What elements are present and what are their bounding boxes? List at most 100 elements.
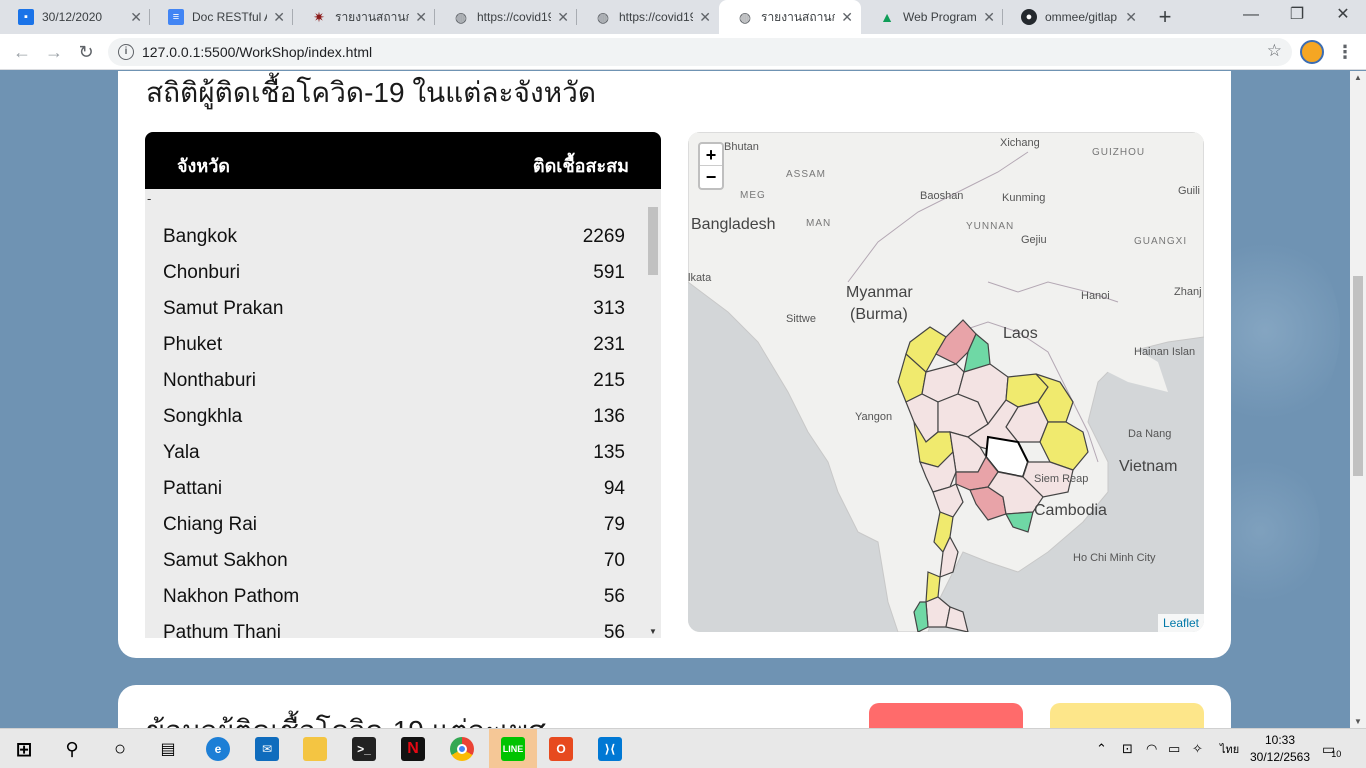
- chevron-up-icon[interactable]: ⌃: [1096, 729, 1107, 768]
- map-label: Xichang: [1000, 137, 1040, 149]
- dropbox-icon[interactable]: ✧: [1192, 729, 1203, 768]
- chrome-app[interactable]: [438, 729, 486, 768]
- map-label: Bangladesh: [691, 216, 776, 233]
- task-view-button[interactable]: ▤: [144, 729, 192, 768]
- close-icon[interactable]: ✕: [557, 9, 569, 26]
- table-row: Chiang Rai 79: [163, 514, 625, 535]
- page-scrollbar-thumb[interactable]: [1353, 276, 1363, 476]
- table-row: Yala 135: [163, 442, 625, 463]
- stat-box-red: [869, 703, 1023, 728]
- browser-tab[interactable]: ◍ https://covid19 ✕: [435, 0, 577, 34]
- cortana-button[interactable]: ○: [96, 729, 144, 768]
- close-icon[interactable]: ✕: [841, 9, 853, 26]
- minimize-button[interactable]: —: [1228, 0, 1274, 30]
- map-label: (Burma): [850, 306, 908, 323]
- mail-icon: ✉: [255, 737, 279, 761]
- scroll-up-icon[interactable]: ▲: [1354, 73, 1362, 82]
- start-button[interactable]: ⊞: [0, 729, 48, 768]
- folder-icon: [303, 737, 327, 761]
- browser-tab[interactable]: ≡ Doc RESTful API ✕: [150, 0, 293, 34]
- browser-tab[interactable]: ● ommee/gitlap ✕: [1003, 0, 1145, 34]
- table-scrollbar[interactable]: ▼: [645, 189, 661, 638]
- notification-button[interactable]: ▭ 10: [1322, 729, 1341, 768]
- document-icon: ≡: [168, 9, 184, 25]
- map-label: ASSAM: [786, 169, 827, 180]
- map-label: Gejiu: [1021, 234, 1047, 246]
- browser-tab-bar: ▪ 30/12/2020 ✕ ≡ Doc RESTful API ✕ ✷ ราย…: [0, 0, 1366, 34]
- close-icon[interactable]: ✕: [273, 9, 285, 26]
- close-icon[interactable]: ✕: [415, 9, 427, 26]
- mail-app[interactable]: ✉: [243, 729, 291, 768]
- gender-stats-card: ข้อมูลผู้ติดเชื้อโควิด-19 แต่ละเพศ: [118, 685, 1231, 728]
- language-indicator[interactable]: ไทย: [1220, 729, 1239, 768]
- map-zoom-control: + −: [698, 142, 724, 190]
- calendar-icon: ▪: [18, 9, 34, 25]
- browser-tab[interactable]: ✷ รายงานสถานการณ์ ✕: [293, 0, 435, 34]
- close-icon[interactable]: ✕: [1125, 9, 1137, 26]
- bookmark-star-icon[interactable]: ☆: [1267, 41, 1282, 61]
- scroll-down-icon[interactable]: ▼: [649, 627, 657, 636]
- table-row: Songkhla 136: [163, 406, 625, 427]
- zoom-in-button[interactable]: +: [700, 144, 722, 166]
- map-label: GUIZHOU: [1092, 147, 1146, 158]
- close-icon[interactable]: ✕: [983, 9, 995, 26]
- usb-icon[interactable]: ⊡: [1122, 729, 1133, 768]
- new-tab-button[interactable]: +: [1152, 4, 1178, 30]
- browser-tab[interactable]: ▪ 30/12/2020 ✕: [0, 0, 150, 34]
- map-label: Da Nang: [1128, 428, 1172, 440]
- close-window-button[interactable]: ✕: [1320, 0, 1366, 30]
- map-label: Zhanj: [1174, 286, 1202, 298]
- battery-icon[interactable]: ▭: [1168, 729, 1180, 768]
- province-stats-card: สถิติผู้ติดเชื้อโควิด-19 ในแต่ละจังหวัด …: [118, 71, 1231, 658]
- address-bar[interactable]: i 127.0.0.1:5500/WorkShop/index.html ☆: [108, 38, 1292, 66]
- wifi-icon[interactable]: ◠: [1146, 729, 1157, 768]
- forward-button[interactable]: →: [40, 38, 68, 66]
- map-label: Guili: [1178, 185, 1201, 197]
- map-label: Laos: [1003, 325, 1038, 342]
- browser-tab[interactable]: ▲ Web Programming ✕: [861, 0, 1003, 34]
- page-viewport: สถิติผู้ติดเชื้อโควิด-19 ในแต่ละจังหวัด …: [0, 71, 1350, 728]
- windows-taskbar: ⊞ ⚲ ○ ▤ e ✉ >_ N LINE O ⟩⟨ ⌃ ⊡ ◠ ▭ ✧ ไทย…: [0, 728, 1366, 768]
- windows-icon: ⊞: [15, 738, 33, 761]
- task-view-icon: ▤: [160, 741, 176, 758]
- browser-tab-active[interactable]: ◍ รายงานสถานการณ์ ✕: [719, 0, 861, 34]
- table-placeholder: -: [147, 191, 152, 206]
- edge-app[interactable]: e: [194, 729, 242, 768]
- back-button[interactable]: ←: [8, 38, 36, 66]
- stat-box-yellow: [1050, 703, 1204, 728]
- system-clock[interactable]: 10:33 30/12/2563: [1248, 732, 1312, 766]
- line-app[interactable]: LINE: [489, 729, 537, 768]
- chrome-icon: [450, 737, 474, 761]
- search-button[interactable]: ⚲: [48, 729, 96, 768]
- info-icon[interactable]: i: [118, 44, 134, 60]
- column-header-province: จังหวัด: [177, 156, 230, 176]
- menu-icon[interactable]: ⋮: [1336, 38, 1354, 66]
- file-explorer-app[interactable]: [291, 729, 339, 768]
- zoom-out-button[interactable]: −: [700, 166, 722, 188]
- vscode-app[interactable]: ⟩⟨: [586, 729, 634, 768]
- table-row: Phuket 231: [163, 334, 625, 355]
- map-attribution-link[interactable]: Leaflet: [1157, 614, 1204, 632]
- url-text: 127.0.0.1:5500/WorkShop/index.html: [142, 44, 373, 60]
- reload-button[interactable]: ↻: [72, 38, 100, 66]
- close-icon[interactable]: ✕: [130, 9, 142, 26]
- office-app[interactable]: O: [537, 729, 585, 768]
- cortana-icon: ○: [113, 737, 127, 760]
- netflix-app[interactable]: N: [389, 729, 437, 768]
- table-scrollbar-thumb[interactable]: [648, 207, 658, 275]
- page-scrollbar[interactable]: ▲ ▼: [1350, 71, 1366, 728]
- drive-icon: ▲: [880, 9, 894, 25]
- terminal-app[interactable]: >_: [340, 729, 388, 768]
- map-label: Myanmar: [846, 284, 913, 301]
- map-label: Cambodia: [1034, 502, 1107, 519]
- profile-avatar[interactable]: [1300, 40, 1324, 64]
- scroll-down-icon[interactable]: ▼: [1354, 717, 1362, 726]
- map-label: lkata: [688, 272, 712, 284]
- edge-icon: e: [206, 737, 230, 761]
- browser-tab[interactable]: ◍ https://covid19 ✕: [577, 0, 719, 34]
- close-icon[interactable]: ✕: [699, 9, 711, 26]
- thailand-map[interactable]: + − Bhutan Xichang GUIZHOU ASSAM MEG Bao…: [688, 132, 1204, 632]
- table-body[interactable]: - Bangkok 2269 Chonburi 591 Samut Prakan 31…: [145, 189, 645, 638]
- maximize-button[interactable]: ❐: [1274, 0, 1320, 30]
- section-title: สถิติผู้ติดเชื้อโควิด-19 ในแต่ละจังหวัด: [146, 77, 596, 108]
